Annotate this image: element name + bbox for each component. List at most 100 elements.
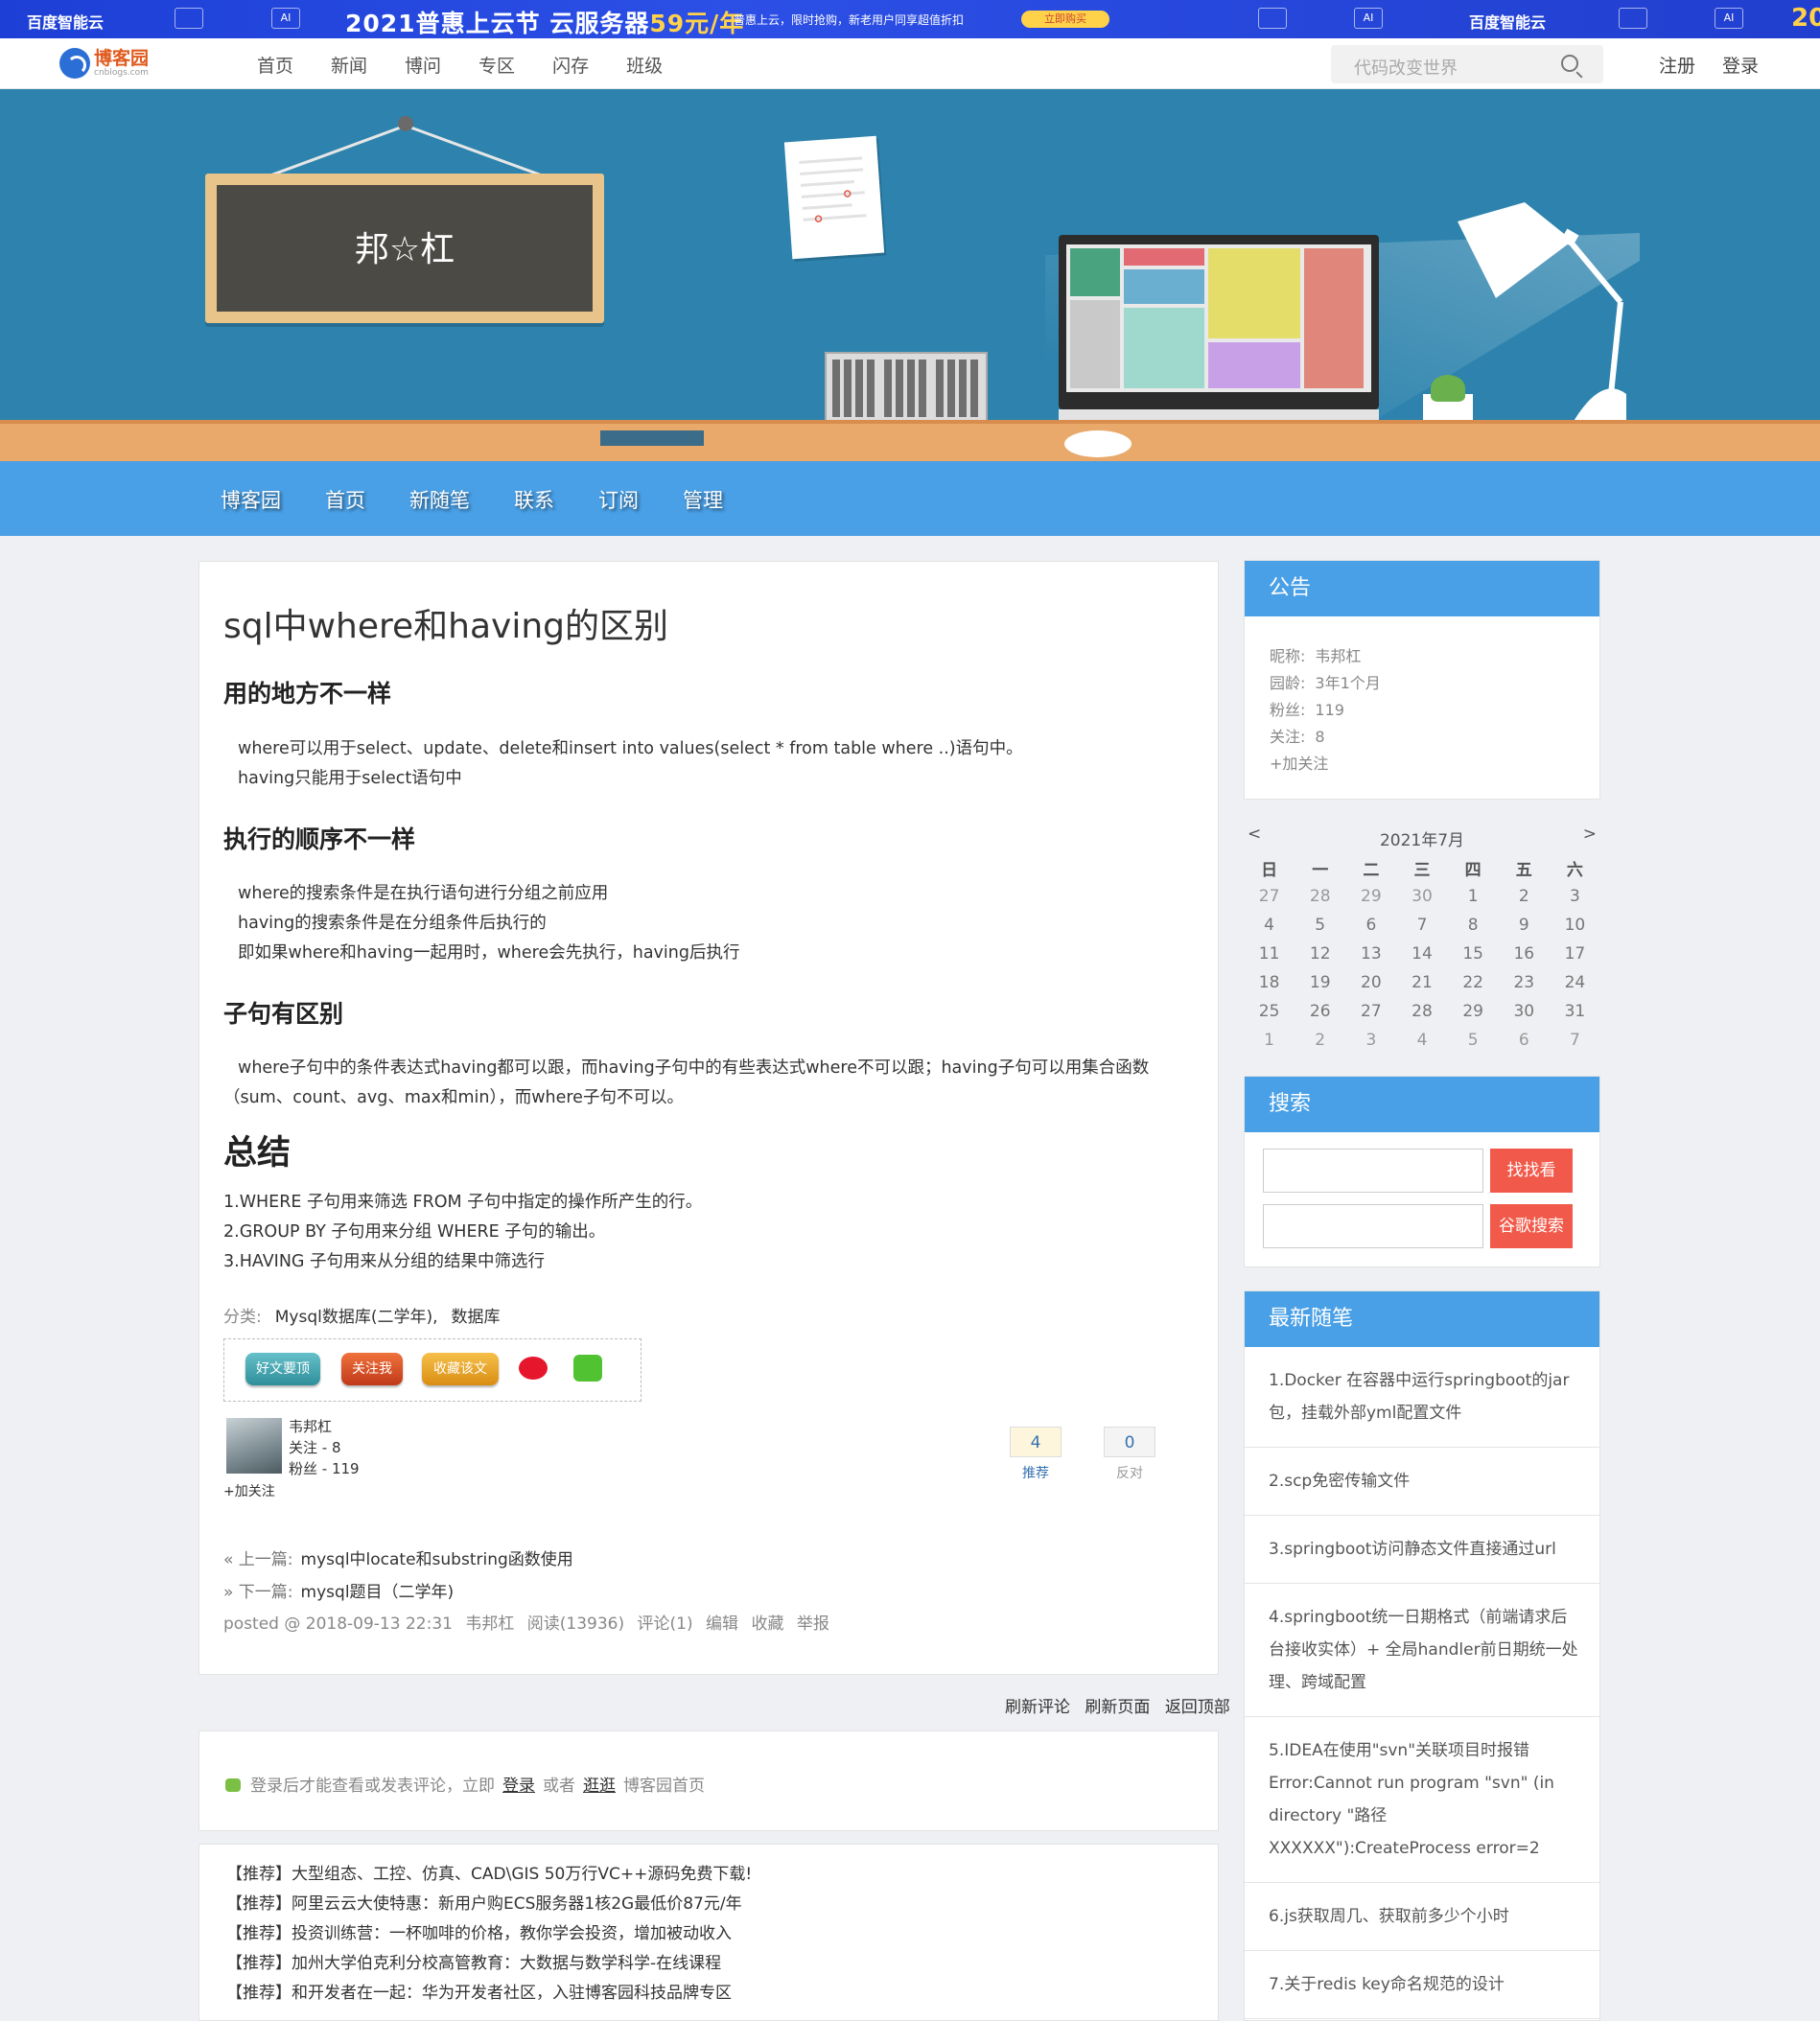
recommend-link[interactable]: 【推荐】大型组态、工控、仿真、CAD\GIS 50万行VC++源码免费下载! — [226, 1860, 752, 1884]
digg-button[interactable]: 好文要顶 — [245, 1353, 320, 1385]
blognav-subscribe[interactable]: 订阅 — [598, 485, 639, 514]
calendar-day: 4 — [1264, 916, 1274, 935]
login-tip-suffix: 博客园首页 — [623, 1777, 705, 1796]
google-search-button[interactable]: 谷歌搜索 — [1490, 1204, 1573, 1248]
nickname-link[interactable]: 韦邦杠 — [1315, 647, 1361, 665]
post-title[interactable]: sql中where和having的区别 — [223, 598, 668, 648]
follow-me-button[interactable]: 关注我 — [341, 1353, 403, 1385]
topnav-questions[interactable]: 博问 — [405, 52, 441, 78]
recent-post-link[interactable]: 4.springboot统一日期格式（前端请求后台接收实体）+ 全局handle… — [1245, 1584, 1599, 1717]
category-link[interactable]: 数据库 — [452, 1308, 501, 1327]
site-search-field[interactable] — [1263, 1149, 1483, 1193]
oppose-label[interactable]: 反对 — [1104, 1463, 1155, 1482]
recent-post-link[interactable]: 5.IDEA在使用"svn"关联项目时报错Error:Cannot run pr… — [1245, 1717, 1599, 1883]
topnav-home[interactable]: 首页 — [257, 52, 293, 78]
topnav-zones[interactable]: 专区 — [478, 52, 515, 78]
next-post-link[interactable]: mysql题目（二学年) — [301, 1583, 455, 1602]
logo-text: 博客园 — [94, 48, 150, 69]
post-date: posted @ 2018-09-13 22:31 — [223, 1614, 453, 1634]
fans-link[interactable]: 119 — [1315, 701, 1344, 719]
calendar-day: 28 — [1309, 887, 1331, 906]
recent-post-link[interactable]: 1.Docker 在容器中运行springboot的jar包，挂载外部yml配置… — [1245, 1347, 1599, 1448]
recommend-link[interactable]: 【推荐】和开发者在一起：华为开发者社区，入驻博客园科技品牌专区 — [226, 1979, 732, 2003]
recommend-label[interactable]: 推荐 — [1010, 1463, 1062, 1482]
notice-add-follow[interactable]: +加关注 — [1270, 751, 1328, 774]
report-link[interactable]: 举报 — [797, 1614, 829, 1634]
recommend-link[interactable]: 【推荐】加州大学伯克利分校高管教育：大数据与数学科学-在线课程 — [226, 1949, 721, 1973]
calendar-day: 30 — [1513, 1002, 1535, 1021]
register-link[interactable]: 注册 — [1659, 56, 1695, 77]
login-tip-browse-link[interactable]: 逛逛 — [583, 1777, 616, 1796]
ad-chip-icon: AI — [1354, 8, 1383, 29]
blognav-cnblogs[interactable]: 博客园 — [221, 485, 281, 514]
prev-post-link[interactable]: mysql中locate和substring函数使用 — [301, 1550, 573, 1569]
favorite-button[interactable]: 收藏该文 — [422, 1353, 499, 1385]
calendar-day: 7 — [1416, 916, 1428, 935]
recent-post-link[interactable]: 3.springboot访问静态文件直接通过url — [1245, 1516, 1599, 1584]
recommend-vote[interactable]: 4 推荐 — [1010, 1427, 1062, 1482]
refresh-page-link[interactable]: 刷新页面 — [1085, 1698, 1150, 1717]
edit-link[interactable]: 编辑 — [706, 1614, 738, 1634]
blognav-contact[interactable]: 联系 — [514, 485, 554, 514]
category-link[interactable]: Mysql数据库(二学年), — [275, 1308, 438, 1327]
site-search-button[interactable]: 找找看 — [1490, 1149, 1573, 1193]
blognav-manage[interactable]: 管理 — [683, 485, 723, 514]
topnav-classes[interactable]: 班级 — [626, 52, 663, 78]
ad-banner[interactable]: 百度智能云 AI 2021普惠上云节 云服务器59元/年 普惠上云，限时抢购，新… — [0, 0, 1820, 38]
board-hanging-string — [270, 126, 542, 175]
summary-line: 1.WHERE 子句用来筛选 FROM 子句中指定的操作所产生的行。 — [223, 1193, 703, 1212]
ad-buy-button[interactable]: 立即购买 — [1021, 11, 1109, 28]
calendar-day: 17 — [1564, 944, 1586, 964]
recommend-link[interactable]: 【推荐】投资训练营：一杯咖啡的价格，教你学会投资，增加被动收入 — [226, 1919, 732, 1943]
summary-line: 3.HAVING 子句用来从分组的结果中筛选行 — [223, 1252, 546, 1271]
ad-tail-text: 20 — [1791, 4, 1820, 33]
calendar-day: 29 — [1462, 1002, 1483, 1021]
author-fans[interactable]: 粉丝 - 119 — [289, 1458, 360, 1479]
recent-post-link[interactable]: 2.scp免密传输文件 — [1245, 1448, 1599, 1516]
author-name[interactable]: 韦邦杠 — [289, 1416, 360, 1437]
search-icon[interactable] — [1561, 55, 1578, 72]
recommend-link[interactable]: 【推荐】阿里云云大使特惠：新用户购ECS服务器1核2G最低价87元/年 — [226, 1890, 742, 1914]
weekday-label: 五 — [1515, 860, 1532, 880]
desk-surface — [0, 420, 1820, 461]
age-link[interactable]: 3年1个月 — [1315, 674, 1380, 692]
blognav-home[interactable]: 首页 — [325, 485, 365, 514]
add-follow-link[interactable]: +加关注 — [223, 1481, 275, 1500]
login-tip-login-link[interactable]: 登录 — [502, 1777, 535, 1796]
notice-follow: 关注: 8 — [1270, 728, 1325, 746]
blognav-new-post[interactable]: 新随笔 — [409, 485, 470, 514]
google-search-field[interactable] — [1263, 1204, 1483, 1248]
weibo-share-icon[interactable] — [519, 1357, 548, 1380]
refresh-comments-link[interactable]: 刷新评论 — [1005, 1698, 1070, 1717]
follow-link[interactable]: 8 — [1315, 728, 1324, 746]
calendar-day: 7 — [1570, 1031, 1580, 1050]
blackboard[interactable]: 邦☆杠 — [205, 174, 604, 323]
wechat-share-icon[interactable] — [573, 1355, 602, 1382]
recent-post-link[interactable]: 6.js获取周几、获取前多少个小时 — [1245, 1883, 1599, 1951]
calendar-day: 9 — [1518, 916, 1529, 935]
author-following[interactable]: 关注 - 8 — [289, 1437, 360, 1458]
calendar-day: 10 — [1564, 916, 1586, 935]
avatar[interactable] — [226, 1418, 282, 1474]
recent-post-link[interactable]: 7.关于redis key命名规范的设计 — [1245, 1951, 1599, 2019]
recommend-count: 4 — [1010, 1427, 1062, 1457]
ad-chip-icon: AI — [1715, 8, 1743, 29]
calendar-day: 27 — [1361, 1002, 1382, 1021]
calendar-next-button[interactable]: > — [1583, 825, 1597, 844]
topnav-news[interactable]: 新闻 — [331, 52, 367, 78]
oppose-vote[interactable]: 0 反对 — [1104, 1427, 1155, 1482]
topnav-flash[interactable]: 闪存 — [552, 52, 589, 78]
weekday-label: 四 — [1464, 860, 1482, 880]
cnblogs-logo[interactable]: 博客园 cnblogs.com — [59, 48, 149, 79]
back-to-top-link[interactable]: 返回顶部 — [1165, 1698, 1230, 1717]
calendar-day: 6 — [1518, 1031, 1529, 1050]
calendar-day: 28 — [1412, 1002, 1433, 1021]
blog-title[interactable]: 邦☆杠 — [217, 221, 593, 271]
comment-count[interactable]: 评论(1) — [638, 1614, 693, 1634]
site-search-input[interactable]: 代码改变世界 — [1331, 45, 1603, 83]
nail-icon — [398, 116, 413, 131]
collect-link[interactable]: 收藏 — [751, 1614, 783, 1634]
prev-post-label: « 上一篇: — [223, 1550, 293, 1569]
post-author-link[interactable]: 韦邦杠 — [465, 1614, 514, 1634]
login-link[interactable]: 登录 — [1722, 56, 1759, 77]
